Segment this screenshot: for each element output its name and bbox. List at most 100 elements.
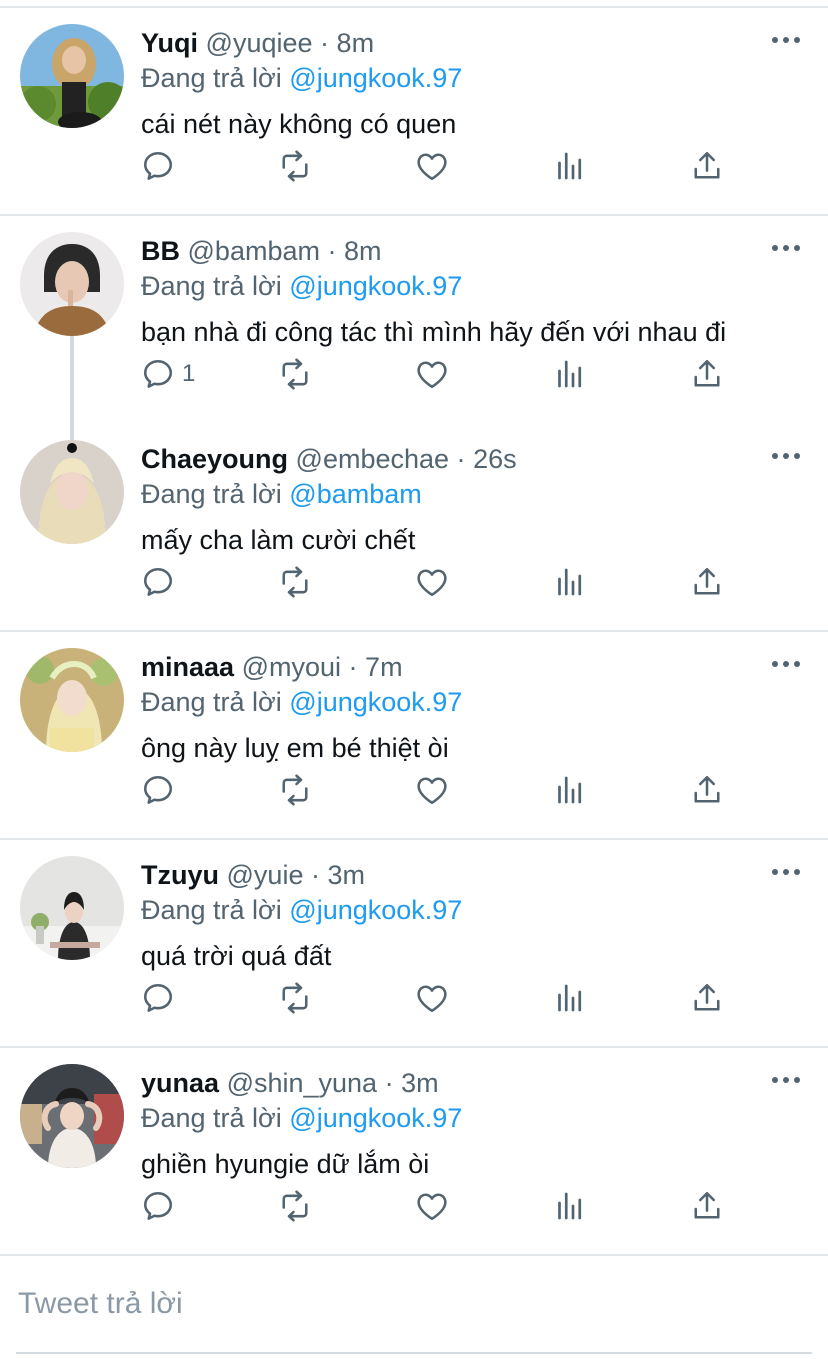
more-icon[interactable] (770, 654, 802, 674)
retweet-button[interactable] (277, 980, 313, 1016)
like-button[interactable] (414, 148, 450, 184)
action-bar (0, 148, 828, 188)
tweet-text: mấy cha làm cười chết (141, 525, 416, 555)
timestamp[interactable]: 8m (337, 28, 375, 58)
mention-link[interactable]: @jungkook.97 (289, 687, 462, 717)
mention-link[interactable]: @jungkook.97 (289, 1103, 462, 1133)
share-button[interactable] (689, 1188, 725, 1224)
user-handle[interactable]: @embechae (296, 444, 450, 474)
like-button[interactable] (414, 1188, 450, 1224)
avatar[interactable] (20, 648, 124, 752)
tweet-header: Yuqi @yuqiee · 8m (141, 27, 374, 59)
mention-link[interactable]: @jungkook.97 (289, 271, 462, 301)
share-button[interactable] (689, 772, 725, 808)
avatar[interactable] (20, 1064, 124, 1168)
timestamp[interactable]: 26s (473, 444, 517, 474)
user-handle[interactable]: @myoui (242, 652, 341, 682)
avatar[interactable] (20, 232, 124, 336)
display-name[interactable]: Chaeyoung (141, 444, 288, 474)
share-button[interactable] (689, 356, 725, 392)
reply-button[interactable] (140, 980, 182, 1016)
reply-tweet[interactable]: minaaa @myoui · 7m Đang trả lời @jungkoo… (0, 648, 828, 828)
like-button[interactable] (414, 356, 450, 392)
avatar-image (20, 24, 124, 128)
like-button[interactable] (414, 772, 450, 808)
stats-button[interactable] (552, 1188, 588, 1224)
stats-icon (558, 568, 582, 596)
share-button[interactable] (689, 148, 725, 184)
mention-link[interactable]: @jungkook.97 (289, 63, 462, 93)
more-icon[interactable] (770, 446, 802, 466)
replying-to: Đang trả lời @bambam (141, 478, 422, 510)
timestamp[interactable]: 7m (365, 652, 403, 682)
retweet-icon (282, 774, 308, 806)
reply-button[interactable] (140, 772, 182, 808)
reply-button[interactable] (140, 1188, 182, 1224)
retweet-button[interactable] (277, 564, 313, 600)
more-icon[interactable] (770, 862, 802, 882)
divider (0, 214, 828, 216)
reply-button[interactable] (140, 148, 182, 184)
retweet-button[interactable] (277, 1188, 313, 1224)
reply-icon (143, 151, 173, 180)
display-name[interactable]: yunaa (141, 1068, 219, 1098)
reply-icon (143, 567, 173, 596)
avatar[interactable] (20, 24, 124, 128)
reply-tweet[interactable]: Yuqi @yuqiee · 8m Đang trả lời @jungkook… (0, 24, 828, 204)
stats-button[interactable] (552, 772, 588, 808)
user-handle[interactable]: @shin_yuna (227, 1068, 378, 1098)
avatar[interactable] (20, 440, 124, 544)
heart-icon (417, 361, 447, 389)
reply-tweet[interactable]: Chaeyoung @embechae · 26s Đang trả lời @… (0, 440, 828, 620)
separator-dot: · (348, 652, 358, 682)
retweet-button[interactable] (277, 148, 313, 184)
more-icon[interactable] (770, 238, 802, 258)
separator-dot: · (384, 1068, 394, 1098)
reply-icon (143, 1191, 173, 1220)
display-name[interactable]: Yuqi (141, 28, 198, 58)
retweet-button[interactable] (277, 772, 313, 808)
reply-tweet[interactable]: Tzuyu @yuie · 3m Đang trả lời @jungkook.… (0, 856, 828, 1036)
display-name[interactable]: Tzuyu (141, 860, 219, 890)
reply-compose-input[interactable]: Tweet trả lời (18, 1286, 183, 1322)
share-icon (694, 151, 720, 179)
retweet-button[interactable] (277, 356, 313, 392)
replying-to: Đang trả lời @jungkook.97 (141, 270, 462, 302)
avatar-image (20, 1064, 124, 1168)
stats-button[interactable] (552, 564, 588, 600)
reply-button[interactable] (140, 564, 182, 600)
reply-tweet[interactable]: yunaa @shin_yuna · 3m Đang trả lời @jung… (0, 1064, 828, 1244)
retweet-icon (282, 566, 308, 598)
user-handle[interactable]: @yuie (227, 860, 304, 890)
like-button[interactable] (414, 980, 450, 1016)
top-divider (0, 6, 828, 8)
stats-button[interactable] (552, 980, 588, 1016)
display-name[interactable]: minaaa (141, 652, 234, 682)
divider (0, 1254, 828, 1256)
avatar-image (20, 856, 124, 960)
mention-link[interactable]: @bambam (289, 479, 421, 509)
share-button[interactable] (689, 564, 725, 600)
reply-button[interactable]: 1 (140, 356, 195, 392)
replying-label: Đang trả lời (141, 271, 282, 301)
divider (0, 838, 828, 840)
stats-icon (558, 1192, 582, 1220)
compose-underline (16, 1352, 812, 1354)
heart-icon (417, 569, 447, 597)
more-icon[interactable] (770, 30, 802, 50)
user-handle[interactable]: @bambam (188, 236, 320, 266)
mention-link[interactable]: @jungkook.97 (289, 895, 462, 925)
share-button[interactable] (689, 980, 725, 1016)
stats-button[interactable] (552, 148, 588, 184)
stats-button[interactable] (552, 356, 588, 392)
avatar[interactable] (20, 856, 124, 960)
more-icon[interactable] (770, 1070, 802, 1090)
display-name[interactable]: BB (141, 236, 180, 266)
timestamp[interactable]: 3m (401, 1068, 439, 1098)
user-handle[interactable]: @yuqiee (206, 28, 313, 58)
timestamp[interactable]: 3m (328, 860, 366, 890)
like-button[interactable] (414, 564, 450, 600)
timestamp[interactable]: 8m (344, 236, 382, 266)
reply-tweet[interactable]: BB @bambam · 8m Đang trả lời @jungkook.9… (0, 232, 828, 440)
action-bar (0, 980, 828, 1020)
